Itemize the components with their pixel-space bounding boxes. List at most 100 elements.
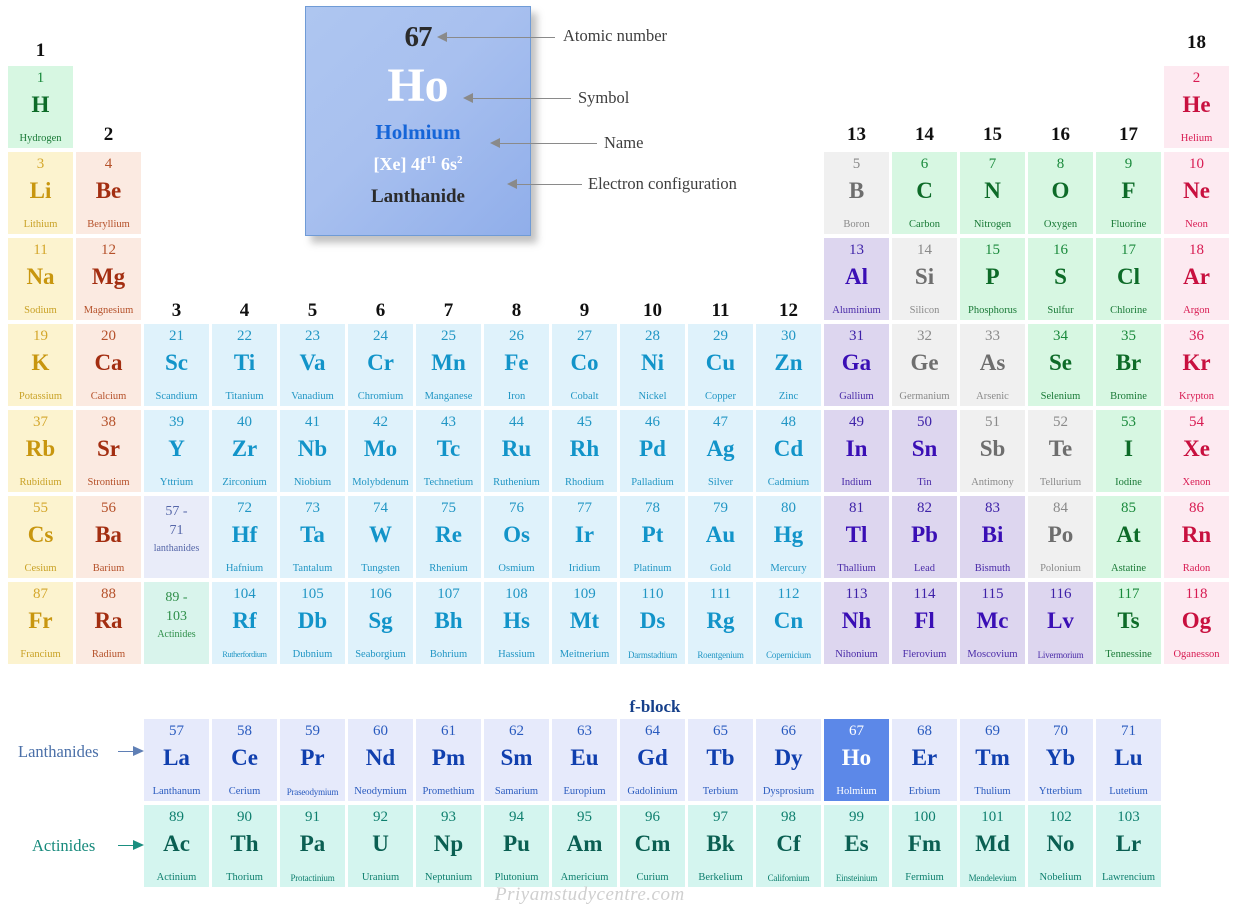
element-cell-os[interactable]: 76 Os Osmium — [484, 496, 549, 578]
element-cell-ac[interactable]: 89 Ac Actinium — [144, 805, 209, 887]
element-cell-au[interactable]: 79 Au Gold — [688, 496, 753, 578]
element-cell-cu[interactable]: 29 Cu Copper — [688, 324, 753, 406]
element-cell-h[interactable]: 1 H Hydrogen — [8, 66, 73, 148]
element-cell-bk[interactable]: 97 Bk Berkelium — [688, 805, 753, 887]
element-cell-kr[interactable]: 36 Kr Krypton — [1164, 324, 1229, 406]
element-cell-cs[interactable]: 55 Cs Cesium — [8, 496, 73, 578]
element-cell-b[interactable]: 5 B Boron — [824, 152, 889, 234]
element-cell-gd[interactable]: 64 Gd Gadolinium — [620, 719, 685, 801]
element-cell-es[interactable]: 99 Es Einsteinium — [824, 805, 889, 887]
element-cell-ce[interactable]: 58 Ce Cerium — [212, 719, 277, 801]
element-cell-s[interactable]: 16 S Sulfur — [1028, 238, 1093, 320]
element-cell-se[interactable]: 34 Se Selenium — [1028, 324, 1093, 406]
element-cell-ho[interactable]: 67 Ho Holmium — [824, 719, 889, 801]
element-cell-yb[interactable]: 70 Yb Ytterbium — [1028, 719, 1093, 801]
element-cell-sr[interactable]: 38 Sr Strontium — [76, 410, 141, 492]
element-cell-f[interactable]: 9 F Fluorine — [1096, 152, 1161, 234]
element-cell-sg[interactable]: 106 Sg Seaborgium — [348, 582, 413, 664]
element-cell-po[interactable]: 84 Po Polonium — [1028, 496, 1093, 578]
element-cell-pr[interactable]: 59 Pr Praseodymium — [280, 719, 345, 801]
element-cell-fl[interactable]: 114 Fl Flerovium — [892, 582, 957, 664]
element-cell-fe[interactable]: 26 Fe Iron — [484, 324, 549, 406]
element-cell-am[interactable]: 95 Am Americium — [552, 805, 617, 887]
element-cell-ca[interactable]: 20 Ca Calcium — [76, 324, 141, 406]
element-cell-k[interactable]: 19 K Potassium — [8, 324, 73, 406]
element-cell-br[interactable]: 35 Br Bromine — [1096, 324, 1161, 406]
element-cell-pa[interactable]: 91 Pa Protactinium — [280, 805, 345, 887]
element-cell-ir[interactable]: 77 Ir Iridium — [552, 496, 617, 578]
element-cell-rf[interactable]: 104 Rf Rutherfordium — [212, 582, 277, 664]
placeholder-cell-lanthanides[interactable]: 57 - 71 lanthanides — [144, 496, 209, 578]
element-cell-hf[interactable]: 72 Hf Hafnium — [212, 496, 277, 578]
element-cell-ge[interactable]: 32 Ge Germanium — [892, 324, 957, 406]
element-cell-cd[interactable]: 48 Cd Cadmium — [756, 410, 821, 492]
element-cell-sn[interactable]: 50 Sn Tin — [892, 410, 957, 492]
element-cell-xe[interactable]: 54 Xe Xenon — [1164, 410, 1229, 492]
element-cell-zn[interactable]: 30 Zn Zinc — [756, 324, 821, 406]
element-cell-np[interactable]: 93 Np Neptunium — [416, 805, 481, 887]
element-cell-sm[interactable]: 62 Sm Samarium — [484, 719, 549, 801]
element-cell-pu[interactable]: 94 Pu Plutonium — [484, 805, 549, 887]
element-cell-ag[interactable]: 47 Ag Silver — [688, 410, 753, 492]
element-cell-md[interactable]: 101 Md Mendelevium — [960, 805, 1025, 887]
element-cell-zr[interactable]: 40 Zr Zirconium — [212, 410, 277, 492]
element-cell-pb[interactable]: 82 Pb Lead — [892, 496, 957, 578]
element-cell-er[interactable]: 68 Er Erbium — [892, 719, 957, 801]
element-cell-n[interactable]: 7 N Nitrogen — [960, 152, 1025, 234]
element-cell-ni[interactable]: 28 Ni Nickel — [620, 324, 685, 406]
element-cell-lr[interactable]: 103 Lr Lawrencium — [1096, 805, 1161, 887]
element-cell-lu[interactable]: 71 Lu Lutetium — [1096, 719, 1161, 801]
element-cell-w[interactable]: 74 W Tungsten — [348, 496, 413, 578]
element-cell-la[interactable]: 57 La Lanthanum — [144, 719, 209, 801]
element-cell-tc[interactable]: 43 Tc Technetium — [416, 410, 481, 492]
element-cell-mn[interactable]: 25 Mn Manganese — [416, 324, 481, 406]
element-cell-te[interactable]: 52 Te Tellurium — [1028, 410, 1093, 492]
element-cell-ba[interactable]: 56 Ba Barium — [76, 496, 141, 578]
element-cell-sc[interactable]: 21 Sc Scandium — [144, 324, 209, 406]
element-cell-u[interactable]: 92 U Uranium — [348, 805, 413, 887]
element-cell-cr[interactable]: 24 Cr Chromium — [348, 324, 413, 406]
element-cell-ne[interactable]: 10 Ne Neon — [1164, 152, 1229, 234]
element-cell-cl[interactable]: 17 Cl Chlorine — [1096, 238, 1161, 320]
element-cell-ar[interactable]: 18 Ar Argon — [1164, 238, 1229, 320]
element-cell-ga[interactable]: 31 Ga Gallium — [824, 324, 889, 406]
placeholder-cell-actinides[interactable]: 89 - 103 Actinides — [144, 582, 209, 664]
element-cell-bi[interactable]: 83 Bi Bismuth — [960, 496, 1025, 578]
element-cell-mo[interactable]: 42 Mo Molybdenum — [348, 410, 413, 492]
element-cell-hs[interactable]: 108 Hs Hassium — [484, 582, 549, 664]
element-cell-th[interactable]: 90 Th Thorium — [212, 805, 277, 887]
element-cell-rn[interactable]: 86 Rn Radon — [1164, 496, 1229, 578]
element-cell-lv[interactable]: 116 Lv Livermorium — [1028, 582, 1093, 664]
element-cell-tl[interactable]: 81 Tl Thallium — [824, 496, 889, 578]
element-cell-p[interactable]: 15 P Phosphorus — [960, 238, 1025, 320]
element-cell-og[interactable]: 118 Og Oganesson — [1164, 582, 1229, 664]
element-cell-rh[interactable]: 45 Rh Rhodium — [552, 410, 617, 492]
element-cell-li[interactable]: 3 Li Lithium — [8, 152, 73, 234]
element-cell-re[interactable]: 75 Re Rhenium — [416, 496, 481, 578]
element-cell-pm[interactable]: 61 Pm Promethium — [416, 719, 481, 801]
element-cell-rb[interactable]: 37 Rb Rubidium — [8, 410, 73, 492]
element-cell-rg[interactable]: 111 Rg Roentgenium — [688, 582, 753, 664]
element-cell-tb[interactable]: 65 Tb Terbium — [688, 719, 753, 801]
element-cell-ts[interactable]: 117 Ts Tennessine — [1096, 582, 1161, 664]
element-cell-mg[interactable]: 12 Mg Magnesium — [76, 238, 141, 320]
element-cell-va[interactable]: 23 Va Vanadium — [280, 324, 345, 406]
element-cell-si[interactable]: 14 Si Silicon — [892, 238, 957, 320]
element-cell-cn[interactable]: 112 Cn Copernicium — [756, 582, 821, 664]
element-cell-pt[interactable]: 78 Pt Platinum — [620, 496, 685, 578]
element-cell-al[interactable]: 13 Al Aluminium — [824, 238, 889, 320]
element-cell-dy[interactable]: 66 Dy Dysprosium — [756, 719, 821, 801]
element-cell-o[interactable]: 8 O Oxygen — [1028, 152, 1093, 234]
element-cell-as[interactable]: 33 As Arsenic — [960, 324, 1025, 406]
element-cell-mc[interactable]: 115 Mc Moscovium — [960, 582, 1025, 664]
element-cell-sb[interactable]: 51 Sb Antimony — [960, 410, 1025, 492]
element-cell-in[interactable]: 49 In Indium — [824, 410, 889, 492]
element-cell-cm[interactable]: 96 Cm Curium — [620, 805, 685, 887]
element-cell-be[interactable]: 4 Be Beryllium — [76, 152, 141, 234]
element-cell-nh[interactable]: 113 Nh Nihonium — [824, 582, 889, 664]
element-cell-eu[interactable]: 63 Eu Europium — [552, 719, 617, 801]
element-cell-cf[interactable]: 98 Cf Californium — [756, 805, 821, 887]
element-cell-tm[interactable]: 69 Tm Thulium — [960, 719, 1025, 801]
element-cell-no[interactable]: 102 No Nobelium — [1028, 805, 1093, 887]
element-cell-fr[interactable]: 87 Fr Francium — [8, 582, 73, 664]
